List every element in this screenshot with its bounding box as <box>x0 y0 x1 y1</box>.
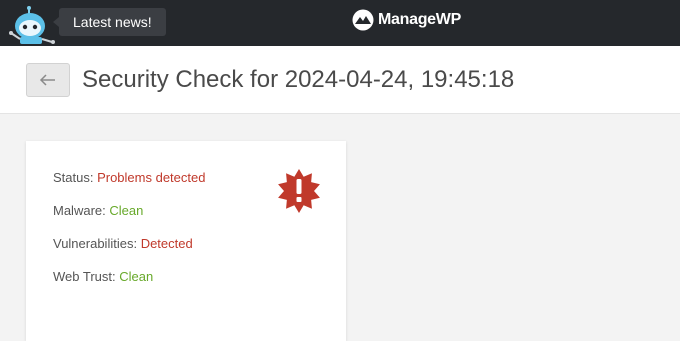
malware-value: Clean <box>109 203 144 218</box>
status-value: Problems detected <box>97 170 206 185</box>
brand[interactable]: ManageWP <box>352 9 461 31</box>
latest-news-label: Latest news! <box>73 14 152 30</box>
top-navigation-bar: Latest news! ManageWP <box>0 0 680 46</box>
warning-burst-icon <box>278 169 320 213</box>
web-trust-value: Clean <box>119 269 154 284</box>
security-report-card: Status: Problems detected Malware: Clean… <box>26 141 346 341</box>
malware-label: Malware: <box>53 203 110 218</box>
back-button[interactable] <box>26 63 70 97</box>
page-header: Security Check for 2024-04-24, 19:45:18 <box>0 46 680 114</box>
web-trust-label: Web Trust: <box>53 269 120 284</box>
brand-name: ManageWP <box>378 11 461 28</box>
latest-news-tooltip[interactable]: Latest news! <box>53 8 166 36</box>
arrow-left-icon <box>39 74 55 86</box>
status-row: Status: Problems detected <box>53 170 205 185</box>
web-trust-row: Web Trust: Clean <box>53 269 153 284</box>
vulnerabilities-label: Vulnerabilities: <box>53 236 141 251</box>
malware-row: Malware: Clean <box>53 203 143 218</box>
page-title: Security Check for 2024-04-24, 19:45:18 <box>82 66 515 93</box>
vulnerabilities-value: Detected <box>140 236 193 251</box>
status-label: Status: <box>53 170 98 185</box>
vulnerabilities-row: Vulnerabilities: Detected <box>53 236 193 251</box>
managewp-logo-icon <box>352 9 374 31</box>
